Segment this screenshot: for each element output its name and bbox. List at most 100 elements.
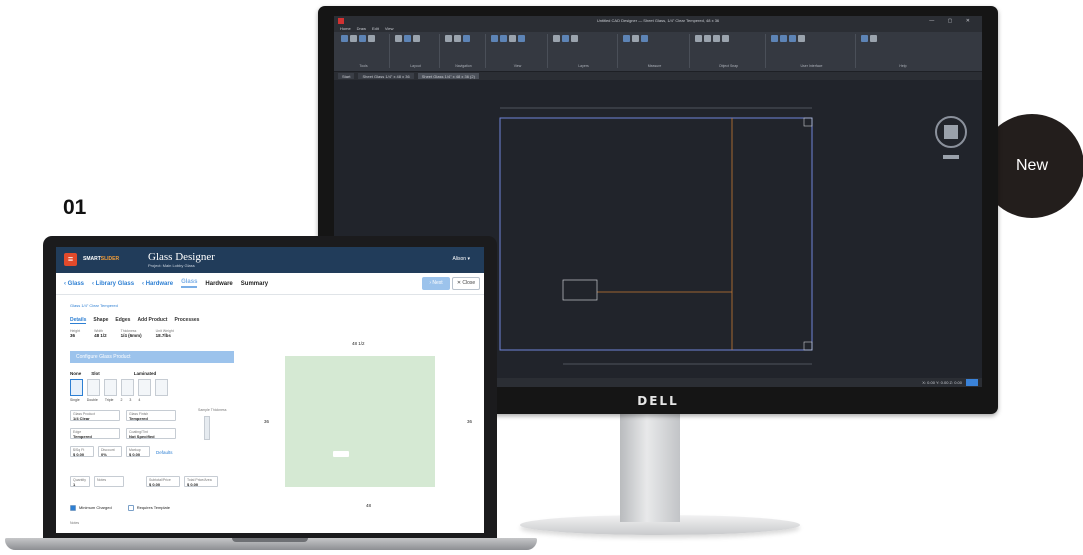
glass-finish-select[interactable]: Glass Finish Tempered (126, 410, 176, 421)
subtotal-input[interactable]: Subtotal/Price $ 0.00 (146, 476, 180, 487)
option-label: Slot (91, 371, 100, 376)
cad-tab[interactable]: Start (338, 73, 355, 79)
company-logo: SMARTSLIDER (83, 256, 119, 262)
markup-input[interactable]: Markup $ 0.00 (126, 446, 150, 457)
ribbon-tool-icon[interactable] (571, 35, 578, 42)
ribbon-tool-icon[interactable] (632, 35, 639, 42)
nav-step-hardware[interactable]: ‹ Hardware (142, 281, 173, 287)
chevron-down-icon: ▾ (467, 256, 470, 262)
ribbon-group-label: Tools (359, 64, 368, 68)
laptop-notch (232, 538, 308, 542)
subtab-processes[interactable]: Processes (174, 317, 199, 324)
ribbon-tool-icon[interactable] (509, 35, 516, 42)
option-label: None (70, 371, 82, 376)
field-unit-weight: Unit Weight 18.7lbs (156, 329, 174, 338)
field-value: 48 1/2 (94, 333, 107, 338)
user-name: Alison (452, 256, 467, 262)
window-controls[interactable]: — ▢ ✕ (929, 18, 976, 24)
ribbon-tool-icon[interactable] (463, 35, 470, 42)
ribbon-tool-icon[interactable] (341, 35, 348, 42)
nav-step-glass[interactable]: ‹ Glass (64, 281, 84, 287)
ribbon-tool-icon[interactable] (395, 35, 402, 42)
defaults-link[interactable]: Defaults (156, 450, 173, 455)
option-tile[interactable] (87, 379, 100, 396)
ribbon-tool-icon[interactable] (623, 35, 630, 42)
ribbon-tool-icon[interactable] (771, 35, 778, 42)
edge-select[interactable]: Edge Tempered (70, 428, 120, 439)
ribbon-tool-icon[interactable] (413, 35, 420, 42)
ribbon-group-label: User Interface (800, 64, 823, 68)
nav-step-library-glass[interactable]: ‹ Library Glass (92, 281, 134, 287)
requires-template-checkbox[interactable]: Requires Template (127, 505, 170, 511)
hamburger-menu-icon[interactable]: ≡ (64, 253, 77, 266)
view-cube-menu[interactable] (943, 155, 959, 159)
option-tile-selected[interactable] (70, 379, 83, 396)
notes-label: Notes (70, 521, 80, 525)
input-value: 1/4 Clear (73, 416, 90, 421)
minimum-charged-checkbox[interactable]: Minimum Charged (70, 505, 112, 511)
ribbon-tool-icon[interactable] (500, 35, 507, 42)
price-per-sqft-input[interactable]: $/Sq Ft $ 0.00 (70, 446, 94, 457)
nav-step-summary[interactable]: Summary (241, 281, 268, 287)
subtab-edges[interactable]: Edges (115, 317, 130, 324)
option-tile[interactable] (138, 379, 151, 396)
view-cube[interactable] (944, 125, 958, 139)
glass-sheet-outline[interactable] (499, 117, 813, 351)
input-value: $ 0.00 (149, 482, 161, 487)
cad-tab-active[interactable]: Sheet Glass 1/4" x 48 x 36 (2) (417, 73, 479, 79)
nav-step-hardware-next[interactable]: Hardware (205, 281, 232, 287)
option-tile[interactable] (155, 379, 168, 396)
ribbon-tool-icon[interactable] (404, 35, 411, 42)
notes-input[interactable]: Notes (94, 476, 124, 487)
ribbon-tool-icon[interactable] (722, 35, 729, 42)
option-caption: Single (70, 398, 80, 402)
ribbon-tool-icon[interactable] (359, 35, 366, 42)
discount-input[interactable]: Discount 0% (98, 446, 122, 457)
ribbon-tool-icon[interactable] (553, 35, 560, 42)
ribbon-tool-icon[interactable] (641, 35, 648, 42)
user-menu[interactable]: Alison ▾ (452, 256, 470, 262)
ribbon-tool-icon[interactable] (870, 35, 877, 42)
glass-product-select[interactable]: Glass Product 1/4 Clear (70, 410, 120, 421)
ribbon-tool-icon[interactable] (695, 35, 702, 42)
subtab-details[interactable]: Details (70, 317, 87, 324)
cutout-rectangle[interactable] (562, 279, 598, 301)
total-input[interactable]: Total Price/Area $ 0.00 (184, 476, 218, 487)
handle-cutout[interactable] (333, 451, 349, 457)
field-value: 18.7lbs (155, 333, 171, 338)
glass-preview[interactable] (285, 356, 435, 487)
ribbon-tool-icon[interactable] (454, 35, 461, 42)
ribbon-tool-icon[interactable] (780, 35, 787, 42)
ribbon-tool-icon[interactable] (518, 35, 525, 42)
coating-select[interactable]: Coating/Tint Not Specified (126, 428, 176, 439)
nav-step-glass-active[interactable]: Glass (181, 279, 198, 288)
cad-status-button[interactable] (966, 379, 978, 386)
checkbox-label: Minimum Charged (79, 505, 112, 511)
app-header: ≡ SMARTSLIDER Glass Designer Project: Ma… (56, 247, 484, 273)
subtab-add-product[interactable]: Add Product (137, 317, 167, 324)
ribbon-tool-icon[interactable] (789, 35, 796, 42)
breadcrumb[interactable]: Glass 1/4" Clear Tempered (70, 303, 118, 308)
checkbox-unchecked[interactable] (127, 505, 134, 511)
option-tile[interactable] (121, 379, 134, 396)
ribbon-tool-icon[interactable] (798, 35, 805, 42)
subtab-shape[interactable]: Shape (93, 317, 108, 324)
ribbon-tool-icon[interactable] (861, 35, 868, 42)
option-tile[interactable] (104, 379, 117, 396)
dimension-left: 36 (264, 419, 270, 424)
close-button[interactable]: ✕ Close (452, 277, 480, 290)
configure-panel-header[interactable]: Configure Glass Product (70, 351, 234, 363)
ribbon-tool-icon[interactable] (350, 35, 357, 42)
quantity-input[interactable]: Quantity 1 (70, 476, 90, 487)
next-button[interactable]: › Next (422, 277, 450, 290)
option-label: Laminated (133, 371, 157, 376)
checkbox-label: Requires Template (136, 505, 170, 511)
checkbox-checked[interactable] (70, 505, 76, 511)
ribbon-tool-icon[interactable] (704, 35, 711, 42)
ribbon-tool-icon[interactable] (562, 35, 569, 42)
ribbon-tool-icon[interactable] (445, 35, 452, 42)
ribbon-tool-icon[interactable] (713, 35, 720, 42)
cad-tab[interactable]: Sheet Glass 1/4" x 48 x 36 (358, 73, 414, 79)
ribbon-tool-icon[interactable] (491, 35, 498, 42)
ribbon-tool-icon[interactable] (368, 35, 375, 42)
